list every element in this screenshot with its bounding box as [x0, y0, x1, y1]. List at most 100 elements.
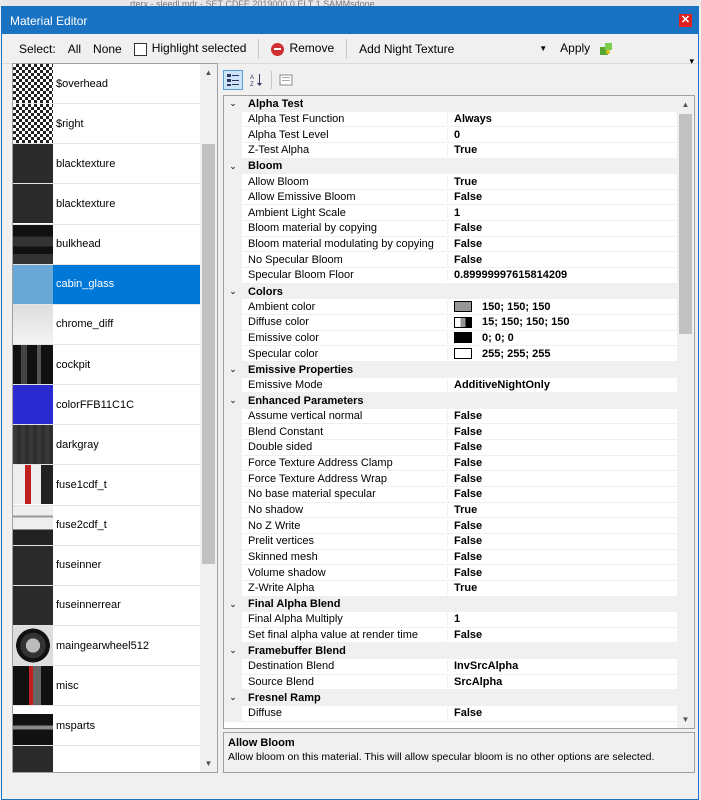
scroll-up-icon[interactable]: ▲ — [677, 96, 694, 113]
collapse-icon[interactable]: ⌄ — [224, 283, 242, 300]
collapse-icon[interactable]: ⌄ — [224, 596, 242, 613]
property-row[interactable]: Diffuse color 15; 150; 150; 150 — [224, 314, 679, 331]
property-row[interactable]: Skinned mesh False — [224, 549, 679, 566]
property-value[interactable]: 15; 150; 150; 150 — [448, 316, 569, 328]
texture-list-scrollbar[interactable]: ▲ ▼ — [200, 64, 217, 772]
texture-list-item[interactable]: maingearwheel512 — [13, 626, 201, 667]
category-header[interactable]: ⌄ Bloom — [224, 158, 679, 175]
property-row[interactable]: Assume vertical normal False — [224, 408, 679, 425]
texture-list-item[interactable]: fuse2cdf_t — [13, 505, 201, 546]
property-row[interactable]: Force Texture Address Wrap False — [224, 471, 679, 488]
category-header[interactable]: ⌄ Alpha Test — [224, 96, 679, 112]
property-row[interactable]: Emissive color 0; 0; 0 — [224, 330, 679, 347]
property-row[interactable]: Diffuse False — [224, 705, 679, 722]
property-value[interactable]: False — [448, 254, 482, 266]
property-value[interactable]: True — [448, 176, 477, 188]
property-value[interactable]: 150; 150; 150 — [448, 301, 551, 313]
property-row[interactable]: Allow Bloom True — [224, 174, 679, 190]
remove-button[interactable]: Remove — [268, 39, 337, 57]
property-value[interactable]: False — [448, 191, 482, 203]
collapse-icon[interactable]: ⌄ — [224, 158, 242, 175]
property-pages-icon[interactable] — [276, 70, 296, 90]
property-value[interactable]: AdditiveNightOnly — [448, 379, 550, 391]
texture-list-item[interactable]: blacktexture — [13, 144, 201, 185]
property-row[interactable]: Blend Constant False — [224, 424, 679, 441]
texture-list-item[interactable]: bulkhead — [13, 224, 201, 265]
property-row[interactable]: Double sided False — [224, 440, 679, 456]
alphabetical-sort-icon[interactable]: AZ — [247, 70, 267, 90]
property-value[interactable]: False — [448, 238, 482, 250]
property-value[interactable]: 1 — [448, 613, 460, 625]
scroll-up-icon[interactable]: ▲ — [200, 64, 217, 81]
texture-list-item[interactable]: $right — [13, 104, 201, 145]
texture-list-item[interactable]: cabin_glass — [13, 264, 201, 305]
property-value[interactable]: False — [448, 426, 482, 438]
close-button[interactable]: ✕ — [679, 14, 692, 27]
property-row[interactable]: Alpha Test Level 0 — [224, 127, 679, 143]
property-row[interactable]: Prelit vertices False — [224, 533, 679, 550]
select-all-button[interactable]: All — [65, 40, 84, 58]
property-value[interactable]: False — [448, 488, 482, 500]
property-value[interactable]: False — [448, 629, 482, 641]
property-value[interactable]: False — [448, 707, 482, 719]
property-value[interactable]: False — [448, 473, 482, 485]
scroll-down-icon[interactable]: ▼ — [677, 711, 694, 728]
property-value[interactable]: SrcAlpha — [448, 676, 502, 688]
property-row[interactable]: Z-Test Alpha True — [224, 142, 679, 159]
collapse-icon[interactable]: ⌄ — [224, 690, 242, 706]
property-row[interactable]: No shadow True — [224, 502, 679, 519]
property-value[interactable]: False — [448, 535, 482, 547]
property-row[interactable]: Specular color 255; 255; 255 — [224, 346, 679, 362]
property-value[interactable]: False — [448, 441, 482, 453]
property-value[interactable]: InvSrcAlpha — [448, 660, 518, 672]
property-value[interactable]: Always — [448, 113, 492, 125]
property-value[interactable]: True — [448, 582, 477, 594]
texture-list-item[interactable]: colorFFB11C1C — [13, 385, 201, 426]
property-value[interactable]: False — [448, 520, 482, 532]
scrollbar-thumb[interactable] — [679, 114, 692, 334]
property-row[interactable]: Set final alpha value at render time Fals… — [224, 627, 679, 644]
texture-list-item[interactable]: darkgray — [13, 425, 201, 466]
texture-list-item[interactable]: fuseinner — [13, 545, 201, 586]
property-value[interactable]: False — [448, 567, 482, 579]
category-header[interactable]: ⌄ Final Alpha Blend — [224, 596, 679, 613]
property-row[interactable]: Specular Bloom Floor 0.89999997615814209 — [224, 268, 679, 284]
property-value[interactable]: 255; 255; 255 — [448, 348, 551, 360]
checkbox-box[interactable] — [133, 42, 147, 56]
property-value[interactable]: 0; 0; 0 — [448, 332, 514, 344]
property-value[interactable]: 1 — [448, 207, 460, 219]
texture-list-item[interactable]: blacktexture — [13, 184, 201, 225]
category-header[interactable]: ⌄ Enhanced Parameters — [224, 393, 679, 409]
highlight-selected-checkbox[interactable]: Highlight selected — [131, 39, 250, 57]
property-row[interactable]: Final Alpha Multiply 1 — [224, 612, 679, 628]
texture-list-item[interactable] — [13, 746, 201, 772]
select-none-button[interactable]: None — [90, 40, 125, 58]
property-value[interactable]: True — [448, 144, 477, 156]
property-row[interactable]: Alpha Test Function Always — [224, 111, 679, 128]
property-grid-scrollbar[interactable]: ▲ ▼ — [677, 96, 694, 728]
property-row[interactable]: Allow Emissive Bloom False — [224, 189, 679, 206]
property-row[interactable]: Emissive Mode AdditiveNightOnly — [224, 377, 679, 394]
property-row[interactable]: Destination Blend InvSrcAlpha — [224, 659, 679, 675]
property-value[interactable]: False — [448, 410, 482, 422]
scrollbar-thumb[interactable] — [202, 144, 215, 564]
collapse-icon[interactable]: ⌄ — [224, 361, 242, 378]
property-row[interactable]: Bloom material modulating by copying Fals… — [224, 236, 679, 253]
collapse-icon[interactable]: ⌄ — [224, 393, 242, 409]
category-header[interactable]: ⌄ Emissive Properties — [224, 361, 679, 378]
property-row[interactable]: Source Blend SrcAlpha — [224, 674, 679, 691]
apply-button[interactable]: Apply — [557, 39, 616, 59]
property-row[interactable]: No base material specular False — [224, 487, 679, 503]
property-value[interactable]: False — [448, 222, 482, 234]
property-row[interactable]: No Specular Bloom False — [224, 252, 679, 269]
collapse-icon[interactable]: ⌄ — [224, 643, 242, 660]
categorized-view-icon[interactable] — [223, 70, 243, 90]
property-value[interactable]: 0 — [448, 129, 460, 141]
texture-list-item[interactable]: chrome_diff — [13, 304, 201, 345]
texture-list-item[interactable]: misc — [13, 666, 201, 707]
property-row[interactable]: No Z Write False — [224, 518, 679, 534]
night-texture-dropdown[interactable]: Add Night Texture ▼ — [356, 39, 551, 59]
property-row[interactable]: Ambient color 150; 150; 150 — [224, 299, 679, 315]
property-value[interactable]: False — [448, 457, 482, 469]
texture-list-item[interactable]: fuse1cdf_t — [13, 465, 201, 506]
